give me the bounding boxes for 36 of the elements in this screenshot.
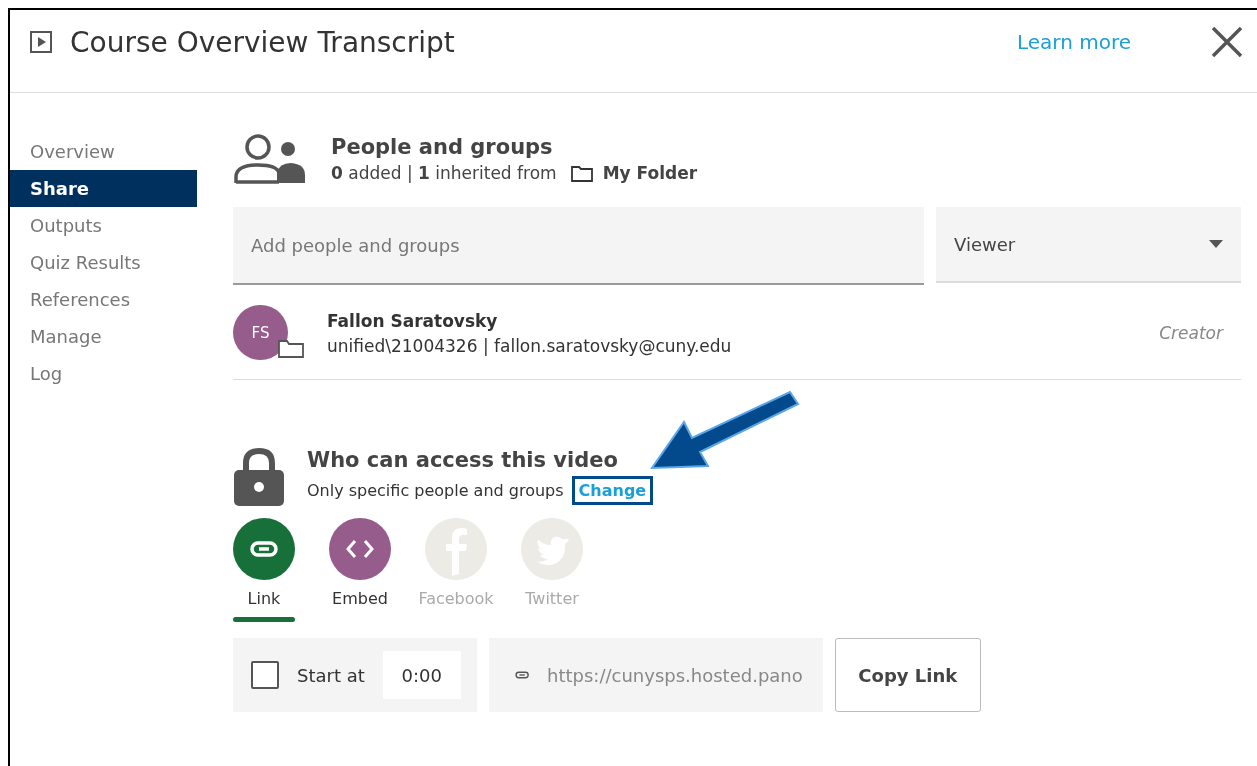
member-name: Fallon Saratovsky <box>327 310 499 331</box>
change-link[interactable]: Change <box>571 475 654 505</box>
member-role: Creator <box>1159 323 1223 343</box>
start-time-field[interactable]: 0:00 <box>382 651 461 699</box>
sidebar-item[interactable]: References <box>10 281 197 318</box>
selected-underline <box>233 617 295 622</box>
folder-icon <box>278 338 304 358</box>
section-title: Who can access this video <box>307 447 619 472</box>
start-at-label: Start at <box>297 664 365 686</box>
url-field[interactable]: https://cunysps.hosted.pano <box>547 664 803 686</box>
copy-link-button[interactable]: Copy Link <box>834 638 981 712</box>
caret-icon <box>1209 240 1223 248</box>
role-dropdown[interactable]: Viewer <box>936 207 1241 283</box>
learn-more-link[interactable]: Learn more <box>1016 30 1131 54</box>
people-summary: 0 added | 1 inherited from <box>331 163 557 183</box>
sidebar-item[interactable]: Quiz Results <box>10 244 197 281</box>
access-description: Only specific people and groups <box>307 480 564 500</box>
close-icon[interactable] <box>1211 26 1243 58</box>
member-detail: unified\21004326 | fallon.saratovsky@cuny.edu <box>327 335 733 356</box>
avatar: FS <box>233 305 288 360</box>
start-at-checkbox[interactable] <box>251 661 279 689</box>
section-title: People and groups <box>331 135 554 159</box>
sidebar-item[interactable]: Log <box>10 355 197 392</box>
sidebar-item[interactable]: Overview <box>10 133 197 170</box>
people-icon <box>233 133 305 185</box>
folder-name[interactable]: My Folder <box>602 163 698 183</box>
window-title: Course Overview Transcript <box>70 25 456 59</box>
share-option[interactable]: Link <box>229 518 299 622</box>
sidebar-item[interactable]: Share <box>10 170 197 207</box>
sidebar-item[interactable]: Outputs <box>10 207 197 244</box>
video-icon <box>30 31 52 53</box>
share-option[interactable]: Embed <box>325 518 395 622</box>
folder-icon <box>570 164 593 182</box>
lock-icon <box>233 446 285 506</box>
add-people-field[interactable]: Add people and groups <box>233 207 924 285</box>
sidebar-item[interactable]: Manage <box>10 318 197 355</box>
